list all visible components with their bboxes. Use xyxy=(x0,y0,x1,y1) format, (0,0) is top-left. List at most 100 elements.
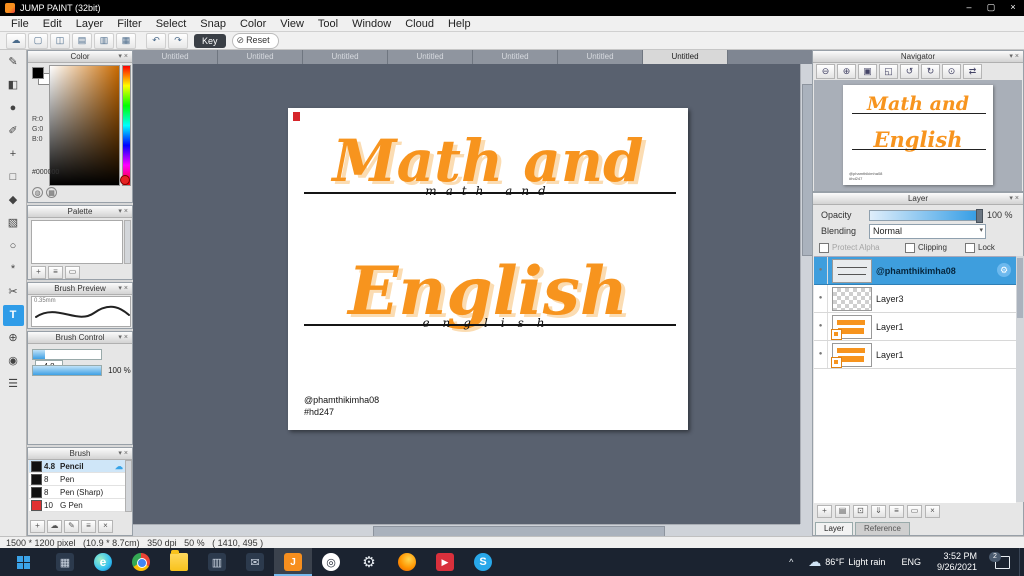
menu-layer[interactable]: Layer xyxy=(69,16,111,32)
eyedropper-tool[interactable]: ◉ xyxy=(3,351,24,372)
layer-row[interactable]: ● Layer1 xyxy=(814,341,1016,369)
layer-row-selected[interactable]: ● @phamthikimha08 ⚙ xyxy=(814,257,1016,285)
opacity-knob[interactable] xyxy=(976,209,983,223)
brush-item-pen-sharp[interactable]: 8 Pen (Sharp) xyxy=(29,486,125,499)
undo-icon[interactable]: ↶ xyxy=(146,32,166,49)
menu-snap[interactable]: Snap xyxy=(193,16,233,32)
brush-opacity-slider[interactable] xyxy=(32,364,102,376)
pen-tool[interactable]: ✐ xyxy=(3,121,24,142)
media-button[interactable]: ▶ xyxy=(426,548,464,576)
scrollbar-thumb[interactable] xyxy=(1017,258,1023,318)
merge-down-icon[interactable]: ⇓ xyxy=(871,505,886,518)
brush-list-scrollbar[interactable] xyxy=(125,460,132,512)
close-icon[interactable]: × xyxy=(124,53,130,60)
text-tool[interactable]: T xyxy=(2,305,24,326)
file-explorer-button[interactable] xyxy=(160,548,198,576)
close-icon[interactable]: × xyxy=(1015,53,1021,60)
tab-reference[interactable]: Reference xyxy=(855,522,910,535)
transfer-icon[interactable]: ▭ xyxy=(907,505,922,518)
store-button[interactable]: ▥ xyxy=(198,548,236,576)
language-indicator[interactable]: ENG xyxy=(893,557,929,567)
palette-menu-icon[interactable]: ≡ xyxy=(48,266,63,279)
reset-rotation-icon[interactable]: ⊙ xyxy=(942,64,961,79)
cloud-icon[interactable]: ☁ xyxy=(6,32,26,49)
menu-help[interactable]: Help xyxy=(441,16,478,32)
menu-filter[interactable]: Filter xyxy=(110,16,148,32)
brush-item-pencil[interactable]: 4.8 Pencil ☁ xyxy=(29,460,125,473)
clock[interactable]: 3:52 PM 9/26/2021 xyxy=(929,551,985,573)
color-grid-icon[interactable]: ▦ xyxy=(46,187,57,198)
rect-select-tool[interactable]: □ xyxy=(3,167,24,188)
brush-menu-icon[interactable]: ≡ xyxy=(81,520,96,533)
layout-2-icon[interactable]: ▥ xyxy=(94,32,114,49)
duplicate-layer-icon[interactable]: ⊡ xyxy=(853,505,868,518)
document-tab[interactable]: Untitled xyxy=(218,50,303,64)
start-button[interactable] xyxy=(0,548,46,576)
document-tab[interactable]: Untitled xyxy=(133,50,218,64)
lasso-tool[interactable]: ○ xyxy=(3,236,24,257)
layout-3-icon[interactable]: ▦ xyxy=(116,32,136,49)
redo-icon[interactable]: ↷ xyxy=(168,32,188,49)
layer-visibility-icon[interactable]: ● xyxy=(814,257,828,284)
add-layer-icon[interactable]: + xyxy=(817,505,832,518)
cloud-brush-icon[interactable]: ☁ xyxy=(47,520,62,533)
document-canvas[interactable]: Math and math and English english @phamt… xyxy=(288,108,688,430)
add-folder-icon[interactable]: ▤ xyxy=(835,505,850,518)
canvas-vertical-scrollbar[interactable] xyxy=(800,64,813,524)
magic-wand-tool[interactable]: * xyxy=(3,259,24,280)
menu-edit[interactable]: Edit xyxy=(36,16,69,32)
document-tab[interactable]: Untitled xyxy=(558,50,643,64)
protect-alpha-checkbox[interactable]: Protect Alpha xyxy=(819,243,880,253)
brush-size-slider[interactable] xyxy=(32,348,102,360)
save-icon[interactable]: ◫ xyxy=(50,32,70,49)
eraser-tool[interactable]: ◧ xyxy=(3,75,24,96)
weather-widget[interactable]: ☁ 86°F Light rain xyxy=(800,554,893,570)
delete-layer-icon[interactable]: × xyxy=(925,505,940,518)
palette-swatches[interactable] xyxy=(31,220,123,264)
tab-layer[interactable]: Layer xyxy=(815,522,854,535)
new-canvas-icon[interactable]: ▢ xyxy=(28,32,48,49)
tray-expand-icon[interactable]: ^ xyxy=(782,557,800,567)
zoom-fit-icon[interactable]: ▣ xyxy=(858,64,877,79)
task-view-button[interactable]: ▦ xyxy=(46,548,84,576)
color-wheel-icon[interactable]: ◍ xyxy=(32,187,43,198)
close-icon[interactable]: × xyxy=(124,285,130,292)
navigator-preview-area[interactable]: Math and English @phamthikimha08 #hd247 xyxy=(814,80,1022,191)
close-icon[interactable]: × xyxy=(124,208,130,215)
layer-visibility-icon[interactable]: ● xyxy=(814,341,828,368)
zoom-in-icon[interactable]: ⊕ xyxy=(837,64,856,79)
add-brush-icon[interactable]: + xyxy=(30,520,45,533)
edge-button[interactable]: e xyxy=(84,548,122,576)
minimize-button[interactable]: – xyxy=(958,0,980,16)
rotate-right-icon[interactable]: ↻ xyxy=(921,64,940,79)
settings-button[interactable]: ⚙ xyxy=(350,548,388,576)
select-pen-tool[interactable]: ✂ xyxy=(3,282,24,303)
menu-file[interactable]: File xyxy=(4,16,36,32)
opacity-slider[interactable] xyxy=(869,209,983,223)
close-icon[interactable]: × xyxy=(1015,195,1021,202)
zoom-tool[interactable]: ⊕ xyxy=(3,328,24,349)
layer-row[interactable]: ● Layer3 xyxy=(814,285,1016,313)
layer-list-scrollbar[interactable] xyxy=(1016,256,1024,502)
chrome-button[interactable] xyxy=(122,548,160,576)
menu-select[interactable]: Select xyxy=(149,16,194,32)
delete-brush-icon[interactable]: × xyxy=(98,520,113,533)
blending-select[interactable]: Normal ▾ xyxy=(869,224,986,239)
layer-visibility-icon[interactable]: ● xyxy=(814,313,828,340)
key-button[interactable]: Key xyxy=(194,33,226,48)
zoom-actual-icon[interactable]: ◱ xyxy=(879,64,898,79)
move-tool[interactable]: + xyxy=(3,144,24,165)
brush-tool[interactable]: ✎ xyxy=(3,52,24,73)
clipping-checkbox[interactable]: Clipping xyxy=(905,243,947,253)
menu-cloud[interactable]: Cloud xyxy=(398,16,441,32)
jump-paint-taskbar-button[interactable]: J xyxy=(274,548,312,576)
foreground-color-swatch[interactable] xyxy=(32,67,44,79)
obs-button[interactable]: ◎ xyxy=(312,548,350,576)
add-color-icon[interactable]: + xyxy=(31,266,46,279)
mail-button[interactable]: ✉ xyxy=(236,548,274,576)
menu-view[interactable]: View xyxy=(273,16,311,32)
menu-color[interactable]: Color xyxy=(233,16,273,32)
rotate-left-icon[interactable]: ↺ xyxy=(900,64,919,79)
zoom-out-icon[interactable]: ⊖ xyxy=(816,64,835,79)
layer-settings-gear-icon[interactable]: ⚙ xyxy=(997,263,1011,277)
